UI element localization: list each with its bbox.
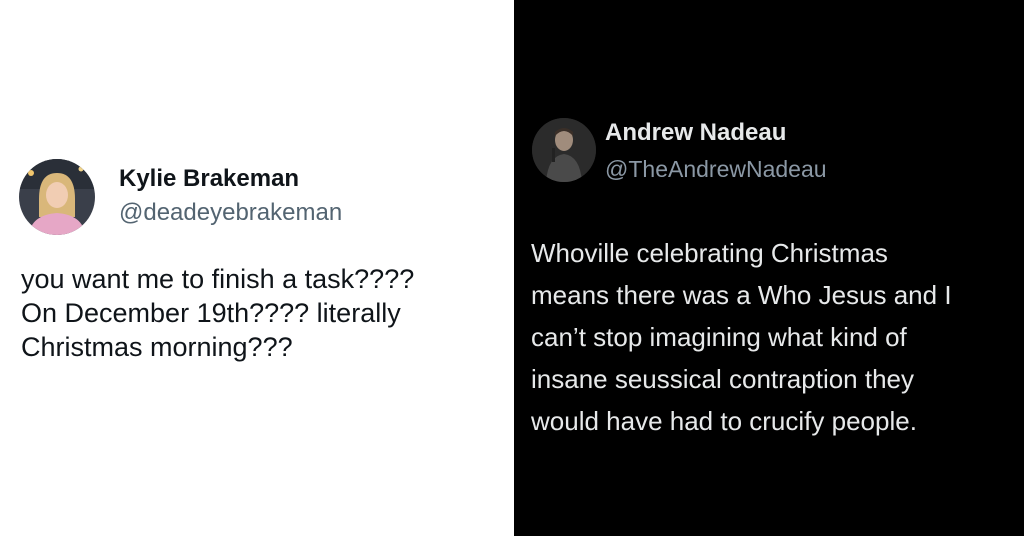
- tweet-text-line: can’t stop imagining what kind of: [531, 322, 907, 352]
- right-tweet-card: Andrew Nadeau @TheAndrewNadeau Whoville …: [514, 0, 1024, 536]
- tweet-text-line: means there was a Who Jesus and I: [531, 280, 952, 310]
- tweet-text-line: you want me to finish a task????: [21, 264, 415, 294]
- left-tweet-card: Kylie Brakeman @deadeyebrakeman you want…: [0, 0, 514, 536]
- author-handle[interactable]: @TheAndrewNadeau: [605, 156, 827, 183]
- avatar-photo-icon: [19, 159, 95, 235]
- author-name[interactable]: Andrew Nadeau: [605, 119, 786, 147]
- tweet-text-line: Whoville celebrating Christmas: [531, 238, 888, 268]
- tweet-text-line: On December 19th???? literally: [21, 298, 401, 328]
- author-name[interactable]: Kylie Brakeman: [119, 165, 299, 193]
- tweet-text: Whoville celebrating Christmas means the…: [531, 232, 952, 442]
- tweet-text: you want me to finish a task???? On Dece…: [21, 262, 414, 364]
- author-handle[interactable]: @deadeyebrakeman: [119, 199, 342, 227]
- tweet-text-line: would have had to crucify people.: [531, 406, 917, 436]
- avatar[interactable]: [532, 118, 596, 182]
- tweet-text-line: insane seussical contraption they: [531, 364, 915, 394]
- tweet-text-line: Christmas morning???: [21, 332, 293, 362]
- avatar[interactable]: [19, 159, 95, 235]
- avatar-photo-icon: [532, 118, 596, 182]
